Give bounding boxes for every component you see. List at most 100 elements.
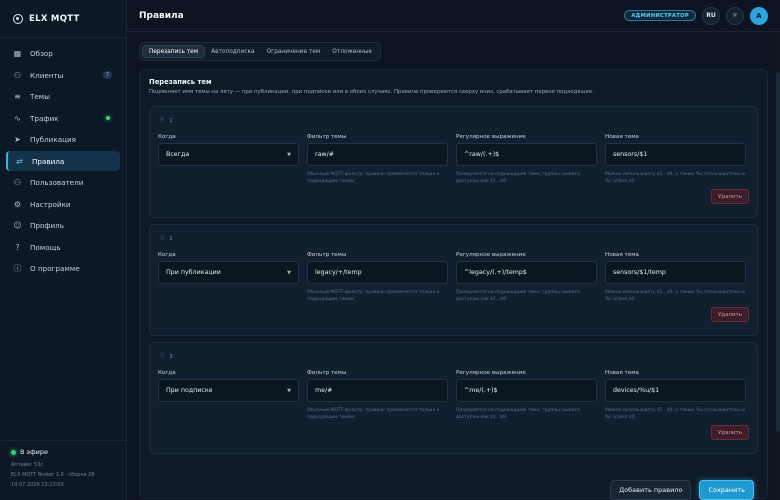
sidebar-item-label: Публикация — [30, 135, 76, 144]
avatar[interactable]: A — [750, 6, 768, 25]
filter-input[interactable]: raw/# — [307, 143, 448, 166]
rule-card: ⠿ 1 Когда Всегда ▼ Фильтр темы raw/# Обычный MQ… — [149, 106, 758, 218]
main: Правила АДМИНИСТРАТОР RU ☼ A Перезапись … — [127, 0, 780, 500]
regex-field: Регулярное выражение ^me/(.+)$ Проверяется… — [456, 370, 597, 421]
new-topic-label: Новая тема — [605, 134, 639, 140]
sidebar-item-0[interactable]: ▦ Обзор — [6, 44, 120, 64]
when-value: Всегда — [166, 151, 190, 158]
tab-3[interactable]: Отложенные — [326, 45, 378, 58]
brand[interactable]: ELX MQTT — [0, 0, 126, 38]
sidebar-item-4[interactable]: ➤ Публикация — [6, 130, 120, 150]
pulse-icon: ∿ — [14, 113, 21, 123]
new-topic-field: Новая тема sensors/$1/temp Можно использов… — [605, 252, 746, 303]
regex-input[interactable]: ^legacy/(.+)/temp$ — [456, 261, 597, 284]
sidebar-item-label: Обзор — [30, 49, 53, 58]
new-topic-field: Новая тема sensors/$1 Можно использовать $… — [605, 134, 746, 185]
sidebar-item-9[interactable]: ? Помощь — [6, 237, 120, 257]
sidebar-item-10[interactable]: ⓘ О программе — [6, 259, 120, 279]
tab-1[interactable]: Автоподписка — [205, 45, 260, 58]
tab-0[interactable]: Перезапись тем — [142, 45, 206, 58]
drag-handle-icon[interactable]: ⠿ — [160, 353, 165, 360]
sidebar-item-label: О программе — [30, 264, 80, 273]
regex-input[interactable]: ^raw/(.+)$ — [456, 143, 597, 166]
when-select[interactable]: При подписке ▼ — [158, 379, 299, 402]
rule-header: ⠿ 3 — [158, 343, 749, 370]
user-icon: ☺ — [13, 221, 22, 230]
rules-list: ⠿ 1 Когда Всегда ▼ Фильтр темы raw/# Обычный MQ… — [149, 106, 758, 454]
filter-label: Фильтр темы — [307, 134, 347, 140]
live-status: В эфире — [11, 448, 115, 456]
new-topic-input[interactable]: sensors/$1 — [605, 143, 746, 166]
regex-field: Регулярное выражение ^raw/(.+)$ Проверяетс… — [456, 134, 597, 185]
regex-label: Регулярное выражение — [456, 370, 526, 376]
rule-card: ⠿ 2 Когда При публикации ▼ Фильтр темы legacy/… — [149, 224, 758, 336]
when-field: Когда При подписке ▼ — [158, 370, 299, 421]
sidebar-item-label: Трафик — [30, 113, 59, 123]
filter-label: Фильтр темы — [307, 252, 347, 258]
gear-icon: ⚙ — [13, 199, 22, 209]
sidebar-item-5[interactable]: ⇄ Правила — [6, 151, 120, 171]
new-topic-input[interactable]: devices/%u/$1 — [605, 379, 746, 402]
scrollbar[interactable] — [776, 32, 780, 500]
when-label: Когда — [158, 370, 176, 376]
sidebar-item-label: Пользователи — [30, 178, 84, 187]
sidebar-item-8[interactable]: ☺ Профиль — [6, 216, 120, 236]
sidebar-item-label: Настройки — [30, 199, 71, 209]
regex-field: Регулярное выражение ^legacy/(.+)/temp$ Пр… — [456, 252, 597, 303]
when-select[interactable]: Всегда ▼ — [158, 143, 299, 166]
sidebar-item-1[interactable]: ⚇ Клиенты 7 — [6, 65, 120, 85]
regex-hint: Проверяется на подошедшей теме; группы з… — [456, 408, 580, 420]
scrollbar-thumb[interactable] — [776, 72, 780, 432]
chevron-down-icon: ▼ — [287, 387, 291, 394]
tab-2[interactable]: Ограничение тем — [261, 45, 327, 58]
regex-input[interactable]: ^me/(.+)$ — [456, 379, 597, 402]
sidebar-item-3[interactable]: ∿ Трафик — [6, 108, 120, 128]
sidebar-item-6[interactable]: ⚇ Пользователи — [6, 173, 120, 193]
logo-icon — [13, 13, 23, 24]
sidebar-item-label: Клиенты — [30, 70, 64, 80]
when-label: Когда — [158, 252, 176, 258]
status-panel: В эфире Аптайм: 53с ELX MQTT Broker 1.0 … — [0, 440, 126, 490]
rule-header: ⠿ 1 — [158, 107, 749, 134]
delete-rule-button[interactable]: Удалить — [710, 307, 749, 322]
new-topic-hint: Можно использовать $1...$9, а также %u (… — [605, 172, 745, 184]
chevron-down-icon: ▼ — [287, 151, 291, 158]
language-button[interactable]: RU — [702, 6, 720, 25]
page-title: Правила — [139, 10, 184, 21]
rule-card: ⠿ 3 Когда При подписке ▼ Фильтр темы me/# Обычн… — [149, 342, 758, 454]
user-group-icon: ⚇ — [13, 178, 22, 187]
delete-rule-button[interactable]: Удалить — [710, 425, 749, 440]
when-select[interactable]: При публикации ▼ — [158, 261, 299, 284]
sidebar-item-2[interactable]: ≡ Темы — [6, 87, 120, 107]
sidebar-item-label: Темы — [30, 92, 50, 101]
delete-rule-button[interactable]: Удалить — [710, 189, 749, 204]
info-icon: ⓘ — [13, 264, 22, 273]
save-button[interactable]: Сохранить — [699, 480, 754, 500]
theme-toggle-button[interactable]: ☼ — [726, 6, 744, 25]
rule-header: ⠿ 2 — [158, 225, 749, 252]
new-topic-input[interactable]: sensors/$1/temp — [605, 261, 746, 284]
sidebar-nav: ▦ Обзор ⚇ Клиенты 7 ≡ Темы ∿ Трафик ➤ Публикация ⇄ П… — [0, 38, 126, 280]
when-value: При публикации — [166, 269, 221, 276]
panel-description: Подменяет имя темы на лету — при публика… — [149, 89, 594, 95]
regex-hint: Проверяется на подошедшей теме; группы з… — [456, 290, 580, 302]
drag-handle-icon[interactable]: ⠿ — [160, 235, 165, 242]
when-field: Когда При публикации ▼ — [158, 252, 299, 303]
filter-hint: Обычный MQTT-фильтр: правило применяется… — [307, 408, 440, 420]
filter-input[interactable]: me/# — [307, 379, 448, 402]
send-icon: ➤ — [14, 135, 21, 144]
rule-fields: Когда Всегда ▼ Фильтр темы raw/# Обычный MQTT… — [158, 134, 749, 185]
filter-field: Фильтр темы me/# Обычный MQTT-фильтр: прав… — [307, 370, 448, 421]
chevron-down-icon: ▼ — [287, 269, 291, 276]
rule-index: 1 — [169, 117, 173, 124]
sidebar-item-label: Правила — [32, 156, 65, 166]
sidebar-item-7[interactable]: ⚙ Настройки — [6, 194, 120, 214]
content: Перезапись тем Автоподписка Ограничение те… — [127, 32, 780, 499]
form-actions: Добавить правило Сохранить — [610, 480, 754, 500]
filter-input[interactable]: legacy/+/temp — [307, 261, 448, 284]
list-icon: ≡ — [14, 92, 21, 101]
sidebar-item-label: Профиль — [30, 221, 65, 230]
shuffle-icon: ⇄ — [16, 156, 23, 166]
drag-handle-icon[interactable]: ⠿ — [160, 117, 165, 124]
add-rule-button[interactable]: Добавить правило — [610, 480, 692, 500]
